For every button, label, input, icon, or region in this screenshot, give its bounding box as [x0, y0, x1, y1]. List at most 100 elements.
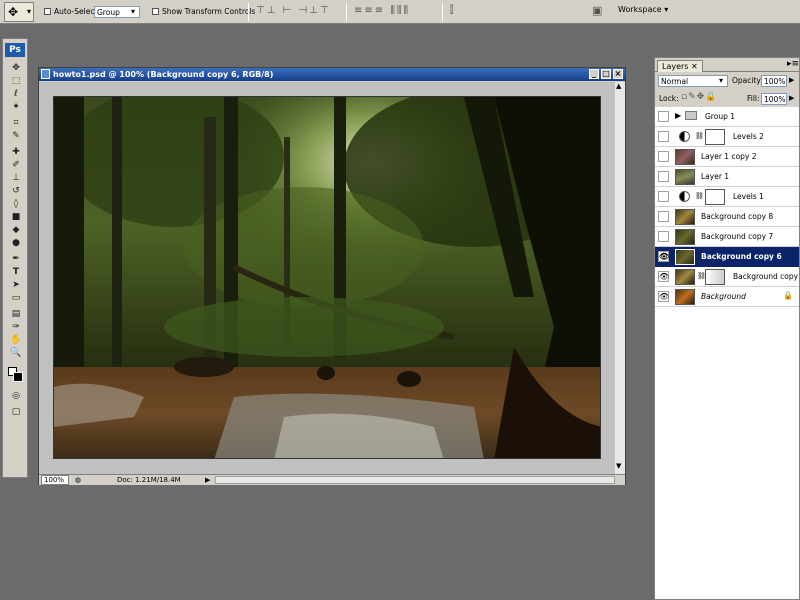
- layer-thumbnail: [675, 269, 695, 285]
- layer-row-background-copy-8[interactable]: Background copy 8: [655, 207, 799, 227]
- healing-brush-icon[interactable]: ✚: [7, 147, 25, 158]
- layer-row-group-1[interactable]: ▶ Group 1: [655, 107, 799, 127]
- layer-name: Background copy: [733, 272, 799, 281]
- opacity-label: Opacity:: [732, 76, 763, 85]
- document-status-bar: 100% ◍ Doc: 1.21M/18.4M ▶: [39, 474, 625, 485]
- maximize-icon[interactable]: □: [601, 69, 611, 79]
- minimize-icon[interactable]: _: [589, 69, 599, 79]
- dodge-tool-icon[interactable]: ●: [7, 238, 25, 249]
- horizontal-scrollbar[interactable]: [215, 476, 615, 484]
- document-title: howto1.psd @ 100% (Background copy 6, RG…: [53, 70, 274, 79]
- gradient-tool-icon[interactable]: ■: [7, 212, 25, 223]
- layer-row-layer-1[interactable]: Layer 1: [655, 167, 799, 187]
- hand-tool-icon[interactable]: ✋: [7, 335, 25, 346]
- clone-stamp-icon[interactable]: ⊥: [7, 173, 25, 184]
- layer-mask-thumbnail[interactable]: [705, 129, 725, 145]
- canvas-area[interactable]: [39, 82, 615, 474]
- chain-link-icon: ⛓: [695, 192, 704, 200]
- path-selection-icon[interactable]: ➤: [7, 280, 25, 291]
- expand-triangle-icon[interactable]: ▶: [675, 111, 681, 120]
- slice-tool-icon[interactable]: ✎: [7, 131, 25, 142]
- bridge-icon[interactable]: ▣: [592, 4, 604, 17]
- eyedropper-icon[interactable]: ✑: [7, 322, 25, 333]
- tab-layers[interactable]: Layers ✕: [657, 60, 703, 72]
- layer-mask-thumbnail[interactable]: [705, 189, 725, 205]
- close-icon[interactable]: ×: [613, 69, 623, 79]
- scroll-up-icon[interactable]: ▲: [616, 82, 621, 90]
- eye-icon[interactable]: 👁: [658, 291, 669, 302]
- distribute-buttons-icon[interactable]: ≡≡≡ ⫼⫼⫼: [354, 5, 410, 16]
- visibility-toggle[interactable]: [658, 151, 669, 162]
- fill-slider-icon[interactable]: ▶: [789, 94, 794, 102]
- layer-row-levels-2[interactable]: ⛓ Levels 2: [655, 127, 799, 147]
- move-tool-preset-picker[interactable]: ✥ ▾: [4, 2, 34, 22]
- panel-menu-icon[interactable]: ▸≡: [787, 59, 799, 69]
- visibility-toggle[interactable]: [658, 211, 669, 222]
- auto-select-dropdown[interactable]: Group ▾: [94, 6, 140, 18]
- notes-tool-icon[interactable]: ▤: [7, 309, 25, 320]
- history-brush-icon[interactable]: ↺: [7, 186, 25, 197]
- layer-row-layer-1-copy-2[interactable]: Layer 1 copy 2: [655, 147, 799, 167]
- eye-icon[interactable]: 👁: [658, 271, 669, 282]
- crop-tool-icon[interactable]: ⌗: [7, 118, 25, 129]
- status-icon[interactable]: ◍: [75, 475, 81, 486]
- visibility-toggle[interactable]: [658, 131, 669, 142]
- lasso-tool-icon[interactable]: ℓ: [7, 89, 25, 100]
- adjustment-layer-icon: [679, 191, 690, 202]
- opacity-slider-icon[interactable]: ▶: [789, 76, 794, 84]
- eraser-tool-icon[interactable]: ◊: [7, 199, 25, 210]
- brush-tool-icon[interactable]: ✐: [7, 160, 25, 171]
- zoom-field[interactable]: 100%: [41, 475, 69, 485]
- visibility-toggle[interactable]: [658, 111, 669, 122]
- shape-tool-icon[interactable]: ▭: [7, 293, 25, 304]
- scroll-down-icon[interactable]: ▼: [616, 462, 621, 470]
- visibility-toggle[interactable]: [658, 231, 669, 242]
- layer-row-background-copy-6[interactable]: 👁 Background copy 6: [655, 247, 799, 267]
- marquee-tool-icon[interactable]: ⬚: [7, 76, 25, 87]
- layer-name: Background: [701, 292, 746, 301]
- auto-align-icon[interactable]: ⫿: [450, 5, 455, 16]
- foreground-color-swatch[interactable]: [13, 372, 23, 382]
- photo-illustration: [54, 97, 600, 458]
- layer-name: Levels 2: [733, 132, 764, 141]
- show-transform-checkbox[interactable]: [152, 8, 159, 15]
- layer-name: Background copy 6: [701, 252, 782, 261]
- auto-select-checkbox[interactable]: [44, 8, 51, 15]
- layer-name: Background copy 7: [701, 232, 774, 241]
- vertical-scrollbar[interactable]: ▲ ▼: [615, 82, 625, 474]
- layer-row-background-copy[interactable]: 👁 ⛓ Background copy: [655, 267, 799, 287]
- lock-buttons-icon[interactable]: ▫✎✥🔒: [681, 92, 717, 102]
- chevron-down-icon: ▾: [27, 7, 32, 16]
- zoom-tool-icon[interactable]: 🔍: [7, 348, 25, 359]
- layer-name: Layer 1: [701, 172, 730, 181]
- quick-mask-icon[interactable]: ◎: [7, 391, 25, 402]
- pen-tool-icon[interactable]: ✒: [7, 254, 25, 265]
- blur-tool-icon[interactable]: ◆: [7, 225, 25, 236]
- separator: [248, 3, 249, 21]
- visibility-toggle[interactable]: [658, 171, 669, 182]
- type-tool-icon[interactable]: T: [7, 267, 25, 278]
- layer-mask-thumbnail[interactable]: [705, 269, 725, 285]
- blend-mode-dropdown[interactable]: Normal ▾: [658, 75, 728, 87]
- visibility-toggle[interactable]: [658, 191, 669, 202]
- opacity-field[interactable]: 100%: [761, 75, 787, 87]
- move-tool-icon[interactable]: ✥: [7, 63, 25, 74]
- fill-field[interactable]: 100%: [761, 93, 787, 105]
- align-buttons-icon[interactable]: ⊤⊥ ⊢ ⊣⊥⊤: [256, 5, 331, 16]
- layer-row-levels-1[interactable]: ⛓ Levels 1: [655, 187, 799, 207]
- layer-row-background[interactable]: 👁 Background 🔒: [655, 287, 799, 307]
- doc-size-info: Doc: 1.21M/18.4M: [117, 476, 181, 484]
- workspace-label: Workspace: [618, 5, 662, 14]
- screen-mode-icon[interactable]: ▢: [7, 407, 25, 418]
- layer-row-background-copy-7[interactable]: Background copy 7: [655, 227, 799, 247]
- show-transform-label: Show Transform Controls: [162, 7, 256, 16]
- separator: [442, 3, 443, 21]
- move-tool-icon: ✥: [8, 5, 19, 19]
- photoshop-logo[interactable]: Ps: [5, 43, 25, 57]
- eye-icon[interactable]: 👁: [658, 251, 669, 262]
- workspace-button[interactable]: Workspace ▾: [618, 5, 668, 14]
- document-titlebar[interactable]: howto1.psd @ 100% (Background copy 6, RG…: [39, 68, 625, 81]
- magic-wand-icon[interactable]: ✦: [7, 102, 25, 113]
- close-icon[interactable]: ✕: [691, 62, 698, 71]
- status-menu-icon[interactable]: ▶: [205, 475, 210, 486]
